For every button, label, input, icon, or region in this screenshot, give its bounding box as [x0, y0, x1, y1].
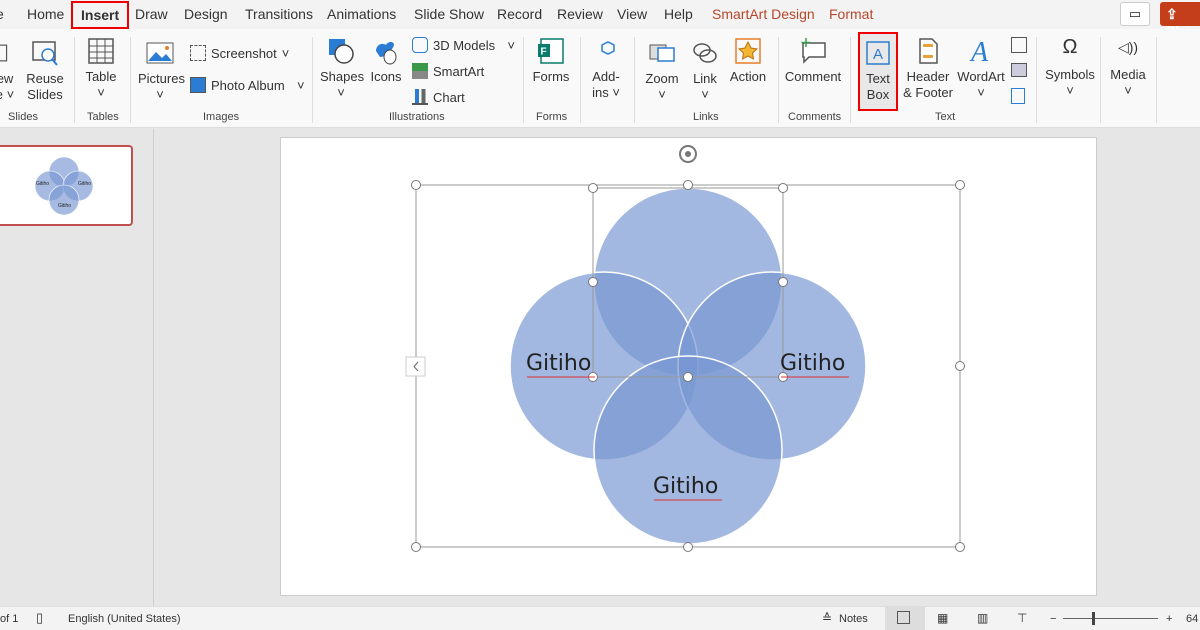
- zoom-slider[interactable]: [1063, 618, 1158, 619]
- accessibility-icon[interactable]: ▯: [36, 610, 43, 626]
- smartart-graphic[interactable]: [0, 0, 1200, 630]
- status-bar: of 1 ▯ English (United States) ≙ Notes ▦…: [0, 606, 1200, 630]
- zoom-out-button[interactable]: −: [1050, 613, 1056, 625]
- venn-label-left[interactable]: Gitiho: [526, 351, 591, 376]
- normal-view-icon: [897, 611, 910, 624]
- language-status[interactable]: English (United States): [68, 613, 181, 625]
- rotate-handle-icon[interactable]: [679, 145, 697, 163]
- zoom-slider-thumb[interactable]: [1092, 612, 1095, 625]
- slideshow-icon[interactable]: ⊤: [1017, 611, 1027, 625]
- normal-view-button[interactable]: [885, 607, 925, 630]
- zoom-in-button[interactable]: +: [1166, 613, 1172, 625]
- venn-label-right[interactable]: Gitiho: [780, 351, 845, 376]
- venn-label-bottom[interactable]: Gitiho: [653, 474, 718, 499]
- expand-text-pane-button[interactable]: [405, 356, 426, 377]
- notes-button[interactable]: Notes: [839, 613, 868, 625]
- venn-circle-bottom[interactable]: [593, 355, 783, 545]
- slide-sorter-icon[interactable]: ▦: [937, 611, 948, 625]
- zoom-level[interactable]: 64: [1186, 613, 1198, 625]
- reading-view-icon[interactable]: ▥: [977, 611, 988, 625]
- slide-counter: of 1: [0, 613, 19, 625]
- notes-icon[interactable]: ≙: [822, 611, 832, 625]
